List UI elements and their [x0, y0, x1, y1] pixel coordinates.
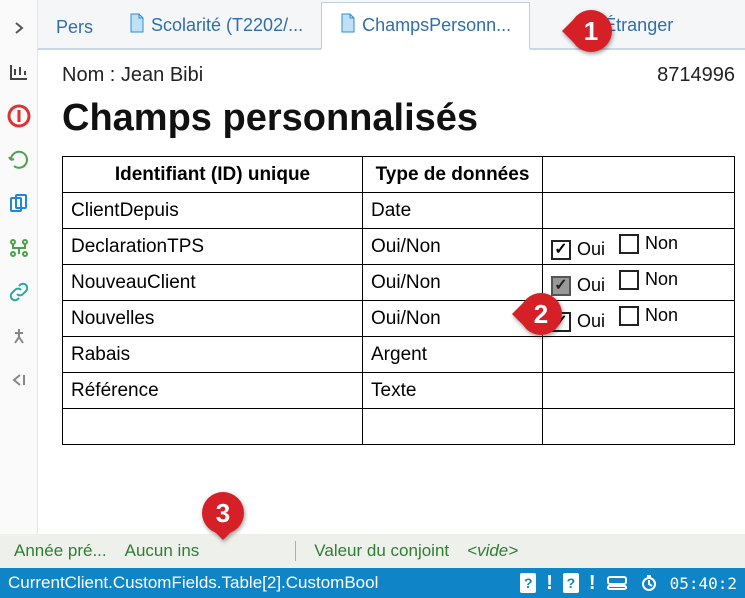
cell-id[interactable]: NouveauClient	[63, 265, 363, 301]
warning-icon[interactable]: !	[589, 572, 596, 595]
cell-value	[543, 337, 735, 373]
tab-strip: Pers Scolarité (T2202/... ChampsPersonn.…	[38, 0, 745, 50]
footer-instalment[interactable]: Aucun ins	[125, 541, 200, 561]
status-time: 05:40:2	[670, 574, 737, 593]
column-header-id: Identifiant (ID) unique	[63, 157, 363, 193]
table-row: DeclarationTPSOui/Non Oui Non	[63, 229, 735, 265]
table-row: NouvellesOui/NonOuiNon	[63, 301, 735, 337]
cell-id[interactable]	[63, 409, 363, 445]
label-oui: Oui	[577, 239, 605, 260]
chart-icon[interactable]	[5, 58, 33, 86]
warning-icon[interactable]: !	[546, 572, 553, 595]
status-bar: CurrentClient.CustomFields.Table[2].Cust…	[0, 568, 745, 598]
stop-icon[interactable]	[5, 102, 33, 130]
tab-champs-personnalises[interactable]: ChampsPersonn...	[321, 2, 530, 50]
tab-scolarite[interactable]: Scolarité (T2202/...	[111, 3, 321, 48]
cell-id[interactable]: ClientDepuis	[63, 193, 363, 229]
expand-toggle-icon[interactable]	[5, 14, 33, 42]
label-oui: Oui	[577, 275, 605, 296]
footer-links: Année pré... Aucun ins Valeur du conjoin…	[0, 534, 745, 568]
table-row: RéférenceTexte	[63, 373, 735, 409]
document-icon	[129, 13, 145, 38]
footer-annee[interactable]: Année pré...	[14, 541, 107, 561]
window-icon[interactable]	[606, 572, 628, 594]
client-id: 8714996	[657, 64, 735, 87]
cell-value: Oui Non	[543, 265, 735, 301]
table-row-empty	[63, 409, 735, 445]
refresh-icon[interactable]	[5, 146, 33, 174]
annotation-callout-2: 2	[520, 293, 562, 335]
link-icon[interactable]	[5, 278, 33, 306]
table-row: RabaisArgent	[63, 337, 735, 373]
cell-type	[363, 409, 543, 445]
tab-label: Pers	[56, 17, 93, 38]
tab-pers[interactable]: Pers	[38, 7, 111, 48]
cell-type: Argent	[363, 337, 543, 373]
cell-value: Oui Non	[543, 229, 735, 265]
client-name: Nom : Jean Bibi	[62, 64, 203, 87]
cell-id[interactable]: Rabais	[63, 337, 363, 373]
annotation-callout-3: 3	[202, 492, 244, 534]
checkbox-non[interactable]	[619, 306, 639, 326]
cell-value	[543, 373, 735, 409]
collapse-icon[interactable]	[5, 366, 33, 394]
cell-type: Oui/Non	[363, 265, 543, 301]
cell-value	[543, 409, 735, 445]
tab-label: Étranger	[604, 15, 673, 36]
footer-conjoint[interactable]: Valeur du conjoint	[314, 541, 449, 561]
checkbox-oui[interactable]	[551, 276, 571, 296]
footer-vide[interactable]: <vide>	[467, 541, 518, 561]
annotation-callout-1: 1	[570, 10, 612, 52]
pin-icon[interactable]	[5, 322, 33, 350]
status-path: CurrentClient.CustomFields.Table[2].Cust…	[8, 573, 378, 593]
timer-icon[interactable]	[638, 572, 660, 594]
checkbox-non[interactable]	[619, 270, 639, 290]
label-oui: Oui	[577, 311, 605, 332]
cell-id[interactable]: Nouvelles	[63, 301, 363, 337]
custom-fields-table: Identifiant (ID) unique Type de données …	[62, 156, 735, 445]
table-row: NouveauClientOui/Non Oui Non	[63, 265, 735, 301]
column-header-type: Type de données	[363, 157, 543, 193]
cell-id[interactable]: Référence	[63, 373, 363, 409]
cell-type: Texte	[363, 373, 543, 409]
label-non: Non	[645, 305, 678, 326]
tab-label: Scolarité (T2202/...	[151, 15, 303, 36]
cell-type: Oui/Non	[363, 229, 543, 265]
page-title: Champs personnalisés	[62, 97, 735, 140]
divider	[295, 541, 296, 561]
checkbox-non[interactable]	[619, 234, 639, 254]
cell-value: Oui Non	[543, 301, 735, 337]
tab-label: ChampsPersonn...	[362, 15, 511, 36]
document-icon	[340, 13, 356, 38]
cell-type: Date	[363, 193, 543, 229]
main-content: Nom : Jean Bibi 8714996 Champs personnal…	[38, 50, 745, 534]
column-header-value	[543, 157, 735, 193]
cell-id[interactable]: DeclarationTPS	[63, 229, 363, 265]
help-doc-icon[interactable]: ?	[520, 573, 536, 593]
cell-value	[543, 193, 735, 229]
label-non: Non	[645, 269, 678, 290]
help-doc-icon[interactable]: ?	[563, 573, 579, 593]
label-non: Non	[645, 233, 678, 254]
copy-icon[interactable]	[5, 190, 33, 218]
table-row: ClientDepuisDate	[63, 193, 735, 229]
tree-icon[interactable]	[5, 234, 33, 262]
checkbox-oui[interactable]	[551, 240, 571, 260]
left-toolbar	[0, 0, 38, 564]
